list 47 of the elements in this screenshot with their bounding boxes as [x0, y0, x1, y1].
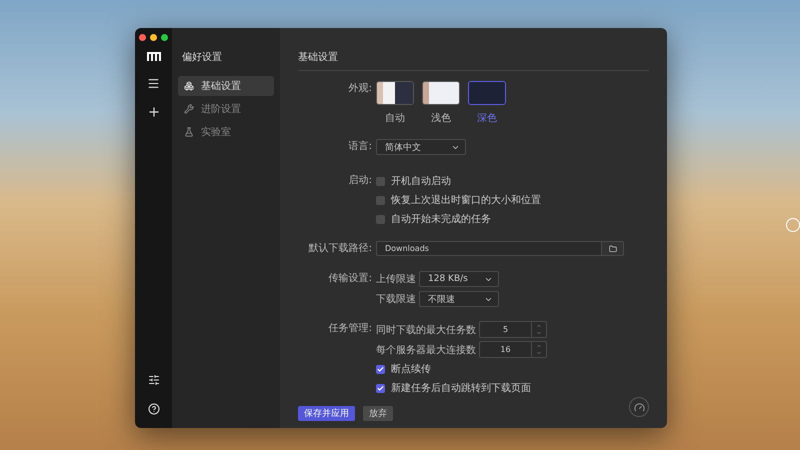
item-icon	[184, 127, 194, 137]
language-select[interactable]: 简体中文	[376, 139, 466, 155]
speed-select[interactable]: 128 KB/s	[419, 271, 499, 287]
discard-button[interactable]: 放弃	[363, 406, 393, 421]
limit-label: 下载限速	[376, 292, 416, 306]
close-button[interactable]	[139, 34, 146, 41]
logo-icon	[146, 51, 160, 61]
field-label: 默认下载路径:	[308, 242, 372, 256]
save-button[interactable]: 保存并应用	[298, 406, 355, 421]
checkbox[interactable]	[376, 176, 385, 186]
field-label: 外观:	[348, 82, 372, 96]
item-icon	[184, 81, 194, 91]
item-icon	[184, 104, 194, 114]
checkbox-label: 自动开始未完成的任务	[391, 212, 491, 226]
checkbox-label: 开机自动启动	[391, 174, 451, 188]
field-label: 传输设置:	[328, 272, 372, 286]
checkbox-label: 断点续传	[391, 362, 431, 376]
minimize-button[interactable]	[150, 34, 157, 41]
number-label: 同时下载的最大任务数	[376, 324, 476, 336]
number-label: 每个服务器最大连接数	[376, 344, 476, 356]
field-label: 任务管理:	[328, 322, 372, 336]
checkbox[interactable]	[376, 214, 385, 224]
theme-thumbnail[interactable]	[468, 81, 506, 105]
sidebar-title: 偏好设置	[182, 50, 223, 64]
gauge-icon[interactable]	[629, 397, 649, 417]
theme-label: 深色	[477, 112, 497, 125]
folder-icon	[608, 244, 616, 252]
checkbox[interactable]	[376, 384, 385, 392]
field-label: 启动:	[348, 174, 372, 188]
checkbox[interactable]	[376, 196, 385, 204]
field-label: 语言:	[348, 140, 372, 154]
checkbox[interactable]	[376, 364, 385, 374]
theme-label: 浅色	[431, 112, 451, 125]
checkbox-label: 恢复上次退出时窗口的大小和位置	[391, 194, 541, 207]
folder-button[interactable]	[602, 241, 624, 256]
sidebar-item[interactable]: 进阶设置	[178, 99, 274, 119]
maximize-button[interactable]	[161, 34, 168, 41]
sidebar-item[interactable]: 基础设置	[178, 76, 274, 96]
theme-thumbnail[interactable]	[376, 81, 414, 105]
speed-select[interactable]: 不限速	[419, 291, 499, 307]
theme-thumbnail[interactable]	[422, 81, 460, 105]
checkbox-label: 新建任务后自动跳转到下载页面	[391, 382, 531, 395]
limit-label: 上传限速	[376, 272, 416, 286]
sidebar-item[interactable]: 实验室	[178, 122, 274, 142]
theme-label: 自动	[385, 112, 405, 125]
section-title: 基础设置	[298, 50, 649, 71]
path-field[interactable]: Downloads	[376, 241, 602, 256]
